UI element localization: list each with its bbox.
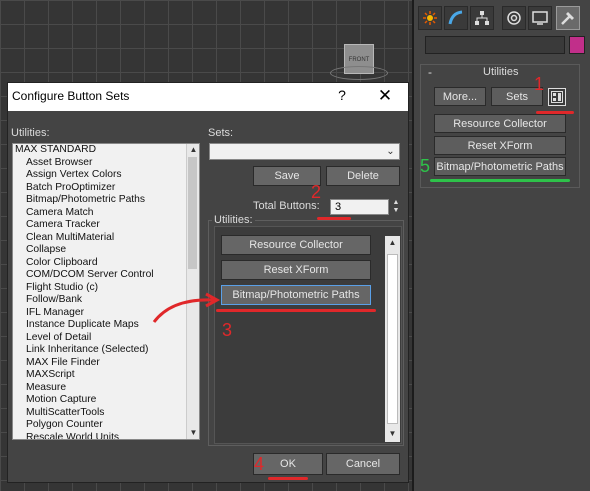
rollout-title: Utilities	[483, 66, 519, 78]
panel-resource-collector-button[interactable]: Resource Collector	[434, 114, 566, 133]
object-name-field[interactable]	[425, 36, 565, 54]
list-item[interactable]: COM/DCOM Server Control	[13, 269, 199, 282]
list-item[interactable]: Level of Detail	[13, 332, 199, 345]
group-resource-collector-button[interactable]: Resource Collector	[221, 235, 371, 255]
dialog-title: Configure Button Sets	[12, 89, 130, 103]
create-icon[interactable]	[418, 6, 442, 30]
annotation-2-underline	[317, 217, 351, 220]
list-item[interactable]: Clean MultiMaterial	[13, 232, 199, 245]
list-item[interactable]: Batch ProOptimizer	[13, 182, 199, 195]
group-scroll-down-icon[interactable]: ▼	[386, 429, 399, 438]
annotation-3-underline	[216, 309, 376, 312]
group-bitmap-photometric-paths-button[interactable]: Bitmap/Photometric Paths	[221, 285, 371, 305]
sets-dropdown[interactable]	[209, 143, 400, 160]
list-item[interactable]: Link Inheritance (Selected)	[13, 344, 199, 357]
list-item[interactable]: Collapse	[13, 244, 199, 257]
hierarchy-icon[interactable]	[470, 6, 494, 30]
annotation-5: 5	[420, 156, 431, 176]
utilities-icon[interactable]	[556, 6, 580, 30]
chevron-down-icon[interactable]: ⌄	[383, 144, 398, 159]
close-button[interactable]: ✕	[372, 86, 398, 106]
annotation-1: 1	[534, 74, 545, 94]
rollout-toggle[interactable]: -	[428, 65, 432, 79]
list-item[interactable]: Measure	[13, 382, 199, 395]
list-item[interactable]: Polygon Counter	[13, 419, 199, 432]
motion-icon[interactable]	[502, 6, 526, 30]
modify-icon[interactable]	[444, 6, 468, 30]
list-item[interactable]: Asset Browser	[13, 157, 199, 170]
list-scroll-up-icon[interactable]: ▲	[187, 145, 200, 154]
total-buttons-input[interactable]: 3	[330, 199, 389, 215]
list-item[interactable]: Camera Tracker	[13, 219, 199, 232]
annotation-arrow	[152, 292, 221, 323]
help-button[interactable]: ?	[331, 87, 353, 105]
group-scroll-up-icon[interactable]: ▲	[386, 238, 399, 247]
list-item[interactable]: Bitmap/Photometric Paths	[13, 194, 199, 207]
group-scroll-thumb[interactable]	[387, 254, 398, 424]
cancel-button[interactable]: Cancel	[326, 453, 400, 475]
panel-bitmap-photometric-paths-button[interactable]: Bitmap/Photometric Paths	[434, 157, 566, 176]
panel-reset-xform-button[interactable]: Reset XForm	[434, 136, 566, 155]
more-button[interactable]: More...	[434, 87, 486, 106]
list-item[interactable]: Rescale World Units	[13, 432, 199, 440]
group-button-area	[214, 226, 402, 444]
annotation-4-underline	[268, 477, 308, 480]
group-label: Utilities:	[212, 214, 255, 226]
viewcube-label: FRONT	[348, 57, 370, 63]
list-scroll-thumb[interactable]	[188, 157, 197, 269]
utilities-list-label: Utilities:	[11, 127, 50, 139]
list-item[interactable]: Motion Capture	[13, 394, 199, 407]
spinner-icon[interactable]: ▲ ▼	[391, 199, 401, 215]
delete-button[interactable]: Delete	[326, 166, 400, 186]
annotation-5-underline	[430, 179, 570, 182]
list-item[interactable]: Assign Vertex Colors	[13, 169, 199, 182]
sets-label: Sets:	[208, 127, 234, 139]
annotation-3: 3	[222, 320, 233, 340]
object-color-swatch[interactable]	[569, 36, 585, 54]
list-item[interactable]: Color Clipboard	[13, 257, 199, 270]
annotation-2: 2	[311, 182, 322, 202]
list-item[interactable]: MAX STANDARD	[13, 144, 199, 157]
group-reset-xform-button[interactable]: Reset XForm	[221, 260, 371, 280]
list-scroll-down-icon[interactable]: ▼	[187, 428, 200, 437]
annotation-1-underline	[536, 111, 574, 114]
list-item[interactable]: MAX File Finder	[13, 357, 199, 370]
viewcube-ring[interactable]	[330, 66, 388, 80]
annotation-4: 4	[254, 454, 265, 474]
list-item[interactable]: MultiScatterTools	[13, 407, 199, 420]
list-item[interactable]: MAXScript	[13, 369, 199, 382]
display-icon[interactable]	[528, 6, 552, 30]
list-item[interactable]: Camera Match	[13, 207, 199, 220]
configure-button-sets-icon[interactable]	[548, 88, 566, 106]
total-buttons-label: Total Buttons:	[253, 200, 320, 212]
